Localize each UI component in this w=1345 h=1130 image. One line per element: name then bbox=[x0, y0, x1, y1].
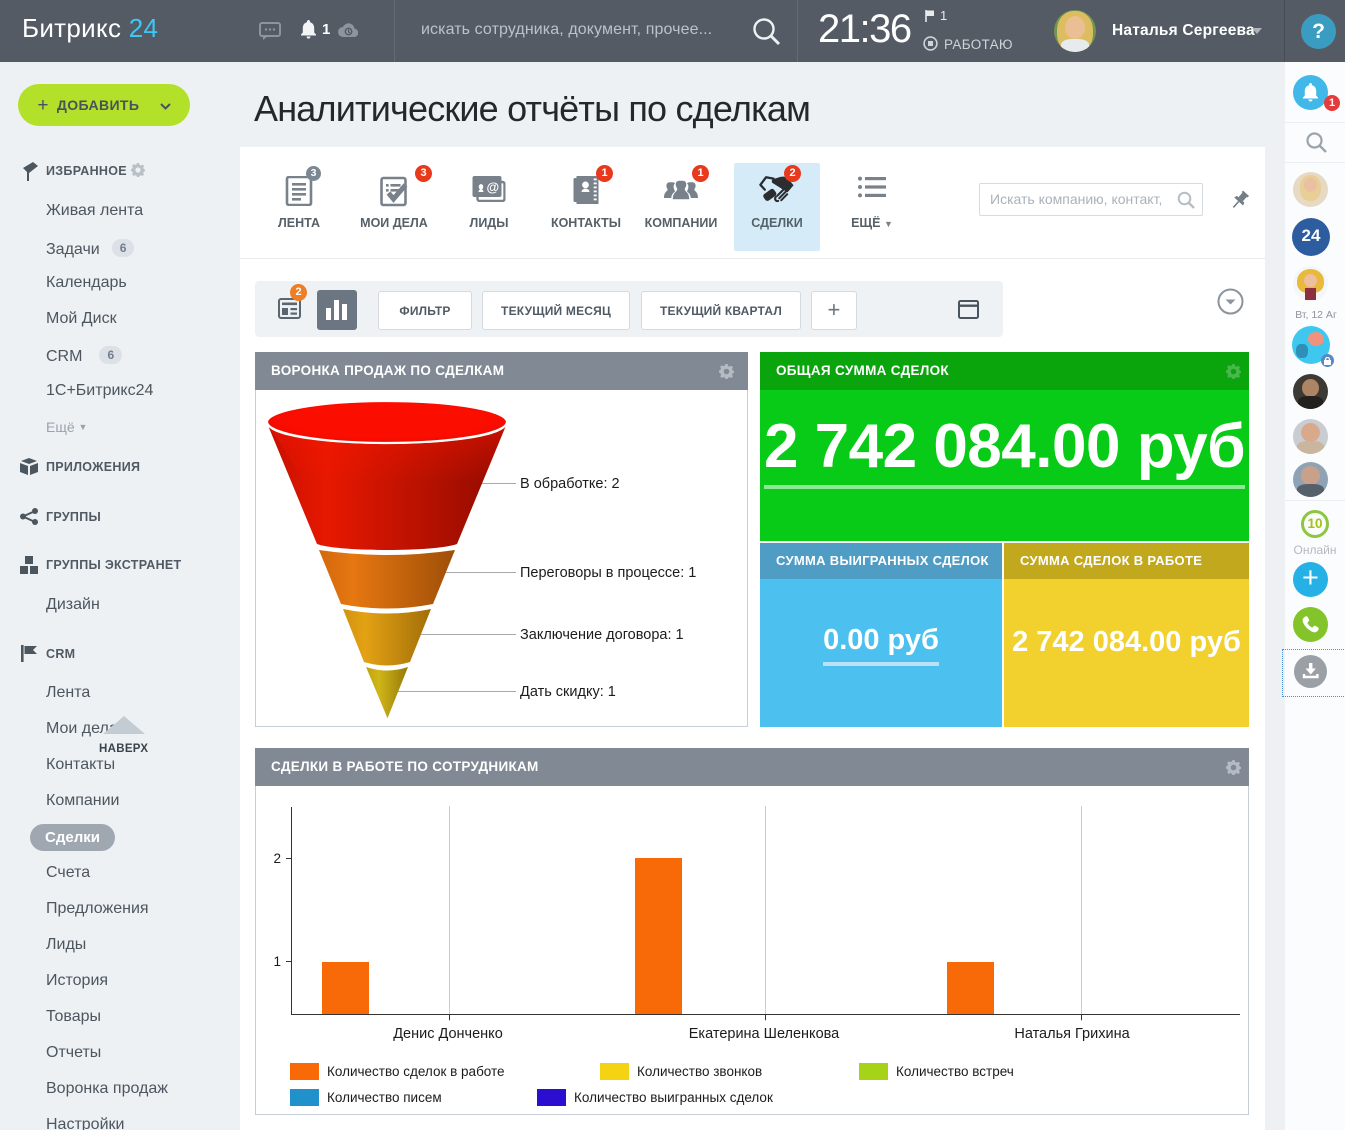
svg-text:Переговоры в процессе: 1: Переговоры в процессе: 1 bbox=[520, 565, 696, 581]
svg-text:Денис Донченко: Денис Донченко bbox=[393, 1026, 503, 1042]
svg-text:2: 2 bbox=[273, 851, 281, 866]
svg-text:1: 1 bbox=[273, 954, 281, 969]
svg-text:Количество звонков: Количество звонков bbox=[637, 1064, 762, 1079]
svg-text:Заключение договора: 1: Заключение договора: 1 bbox=[520, 627, 684, 643]
svg-text:Наталья Грихина: Наталья Грихина bbox=[1014, 1026, 1130, 1042]
svg-text:Количество встреч: Количество встреч bbox=[896, 1064, 1014, 1079]
svg-text:Количество писем: Количество писем bbox=[327, 1090, 442, 1105]
svg-text:Количество сделок в работе: Количество сделок в работе bbox=[327, 1064, 505, 1079]
svg-text:Дать скидку: 1: Дать скидку: 1 bbox=[520, 684, 616, 700]
svg-text:В обработке: 2: В обработке: 2 bbox=[520, 476, 620, 492]
svg-text:Екатерина Шеленкова: Екатерина Шеленкова bbox=[689, 1026, 840, 1042]
svg-text:@: @ bbox=[487, 180, 500, 195]
svg-text:Количество выигранных сделок: Количество выигранных сделок bbox=[574, 1090, 773, 1105]
